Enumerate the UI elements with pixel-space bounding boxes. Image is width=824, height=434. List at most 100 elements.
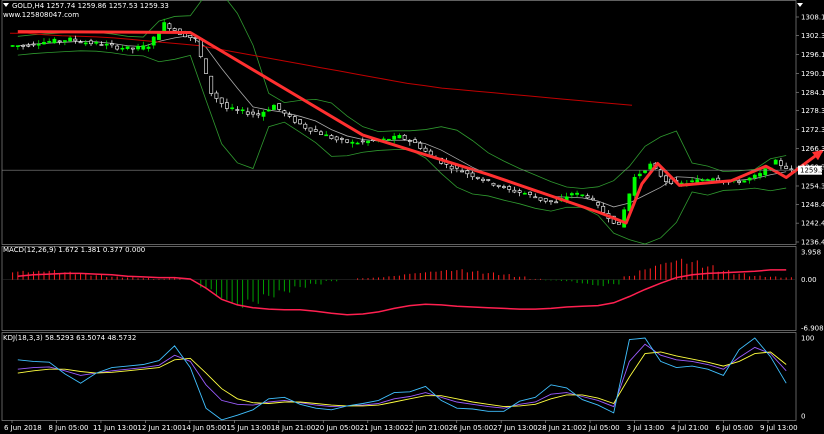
candle-body — [690, 180, 694, 183]
candle-body — [188, 35, 193, 38]
candle-body — [737, 180, 742, 183]
time-tick-label: 3 Jul 13:00 — [627, 424, 665, 432]
time-tick-label: 20 Jun 05:00 — [315, 424, 359, 432]
candle-body — [470, 172, 475, 178]
price-tick-label: 1272.30 — [801, 126, 824, 134]
candle-body — [496, 184, 501, 187]
candle-body — [26, 44, 31, 47]
candle-body — [397, 135, 402, 139]
candle-body — [575, 192, 579, 195]
candle-body — [240, 109, 245, 112]
price-tick-label: 1254.30 — [801, 182, 824, 190]
candle-body — [580, 194, 585, 197]
candle-body — [308, 127, 313, 132]
candle-body — [543, 198, 548, 202]
candle-body — [235, 109, 240, 111]
candle-body — [162, 22, 167, 32]
candle-body — [502, 186, 506, 188]
candle-body — [789, 168, 794, 171]
candle-body — [637, 173, 642, 177]
price-tick-label: 1242.45 — [801, 220, 824, 228]
candle-body — [141, 45, 146, 50]
kdj-tick-label: 0 — [801, 413, 805, 421]
candle-body — [298, 119, 302, 125]
price-tick-label: 1248.45 — [801, 201, 824, 209]
candle-body — [538, 197, 543, 201]
candle-body — [601, 205, 606, 213]
candle-body — [266, 109, 271, 112]
candle-body — [491, 182, 496, 186]
candle-body — [554, 201, 559, 204]
candle-body — [303, 123, 308, 129]
candle-body — [10, 45, 15, 47]
candle-body — [428, 150, 433, 156]
candle-body — [136, 46, 140, 50]
candle-body — [21, 45, 25, 47]
candle-body — [460, 170, 465, 173]
macd-tick-label: -6.908 — [801, 325, 824, 333]
candle-body — [705, 179, 710, 181]
candle-body — [94, 42, 99, 44]
candle-body — [146, 46, 151, 49]
candle-body — [130, 47, 135, 50]
candle-body — [622, 209, 627, 228]
time-tick-label: 21 Jun 13:00 — [360, 424, 404, 432]
candle-body — [392, 135, 397, 140]
candle-body — [282, 110, 287, 114]
time-tick-label: 11 Jun 13:00 — [93, 424, 137, 432]
candle-body — [31, 43, 36, 46]
candle-body — [617, 221, 621, 225]
trading-chart[interactable]: 1308.15 1302.30 1296.15 1290.15 1284.15 1278.… — [0, 0, 824, 434]
candle-body — [15, 45, 20, 47]
time-tick-label: 4 Jul 21:00 — [671, 424, 709, 432]
price-tick-label: 1296.15 — [801, 51, 824, 59]
candle-body — [590, 197, 595, 201]
candle-body — [773, 159, 778, 165]
candle-body — [167, 23, 172, 29]
candle-body — [324, 134, 329, 137]
candle-body — [292, 116, 297, 123]
time-tick-label: 9 Jul 13:00 — [760, 424, 798, 432]
candle-body — [151, 36, 156, 46]
candle-body — [47, 41, 52, 43]
candle-body — [214, 92, 219, 99]
candle-body — [632, 176, 637, 196]
candle-body — [522, 192, 527, 195]
candle-body — [512, 189, 517, 193]
time-tick-label: 26 Jun 05:00 — [449, 424, 493, 432]
candle-body — [251, 111, 255, 115]
candle-body — [225, 102, 229, 109]
candle-body — [73, 38, 78, 42]
website-watermark: www.125808047.com — [3, 11, 79, 19]
candle-body — [449, 165, 454, 170]
candle-body — [256, 113, 261, 116]
candle-body — [339, 138, 344, 140]
candle-body — [219, 97, 224, 104]
candle-body — [752, 174, 757, 179]
candle-body — [664, 175, 668, 182]
current-price-label: 1259.33 — [800, 167, 824, 175]
candle-body — [36, 43, 41, 46]
candle-body — [99, 44, 104, 46]
candle-body — [465, 170, 470, 175]
kdj-title: KDJ(18,3,3) 58.5293 63.5074 48.5732 — [3, 334, 136, 342]
candle-body — [423, 147, 428, 152]
candle-body — [172, 28, 177, 31]
time-tick-label: 2 Jul 05:00 — [582, 424, 620, 432]
candle-body — [261, 111, 266, 117]
candle-body — [407, 140, 412, 142]
candle-body — [779, 160, 783, 166]
candle-body — [507, 186, 512, 190]
candle-body — [700, 179, 705, 182]
candle-body — [120, 47, 125, 50]
candle-body — [533, 196, 538, 199]
candle-body — [716, 177, 721, 181]
time-tick-label: 8 Jun 05:00 — [48, 424, 88, 432]
candle-body — [230, 107, 235, 110]
macd-tick-label: 0.00 — [801, 276, 817, 284]
candle-body — [83, 42, 88, 45]
candle-body — [272, 104, 276, 110]
candle-body — [89, 40, 93, 45]
price-tick-label: 1302.30 — [801, 32, 824, 40]
candle-body — [711, 178, 715, 181]
